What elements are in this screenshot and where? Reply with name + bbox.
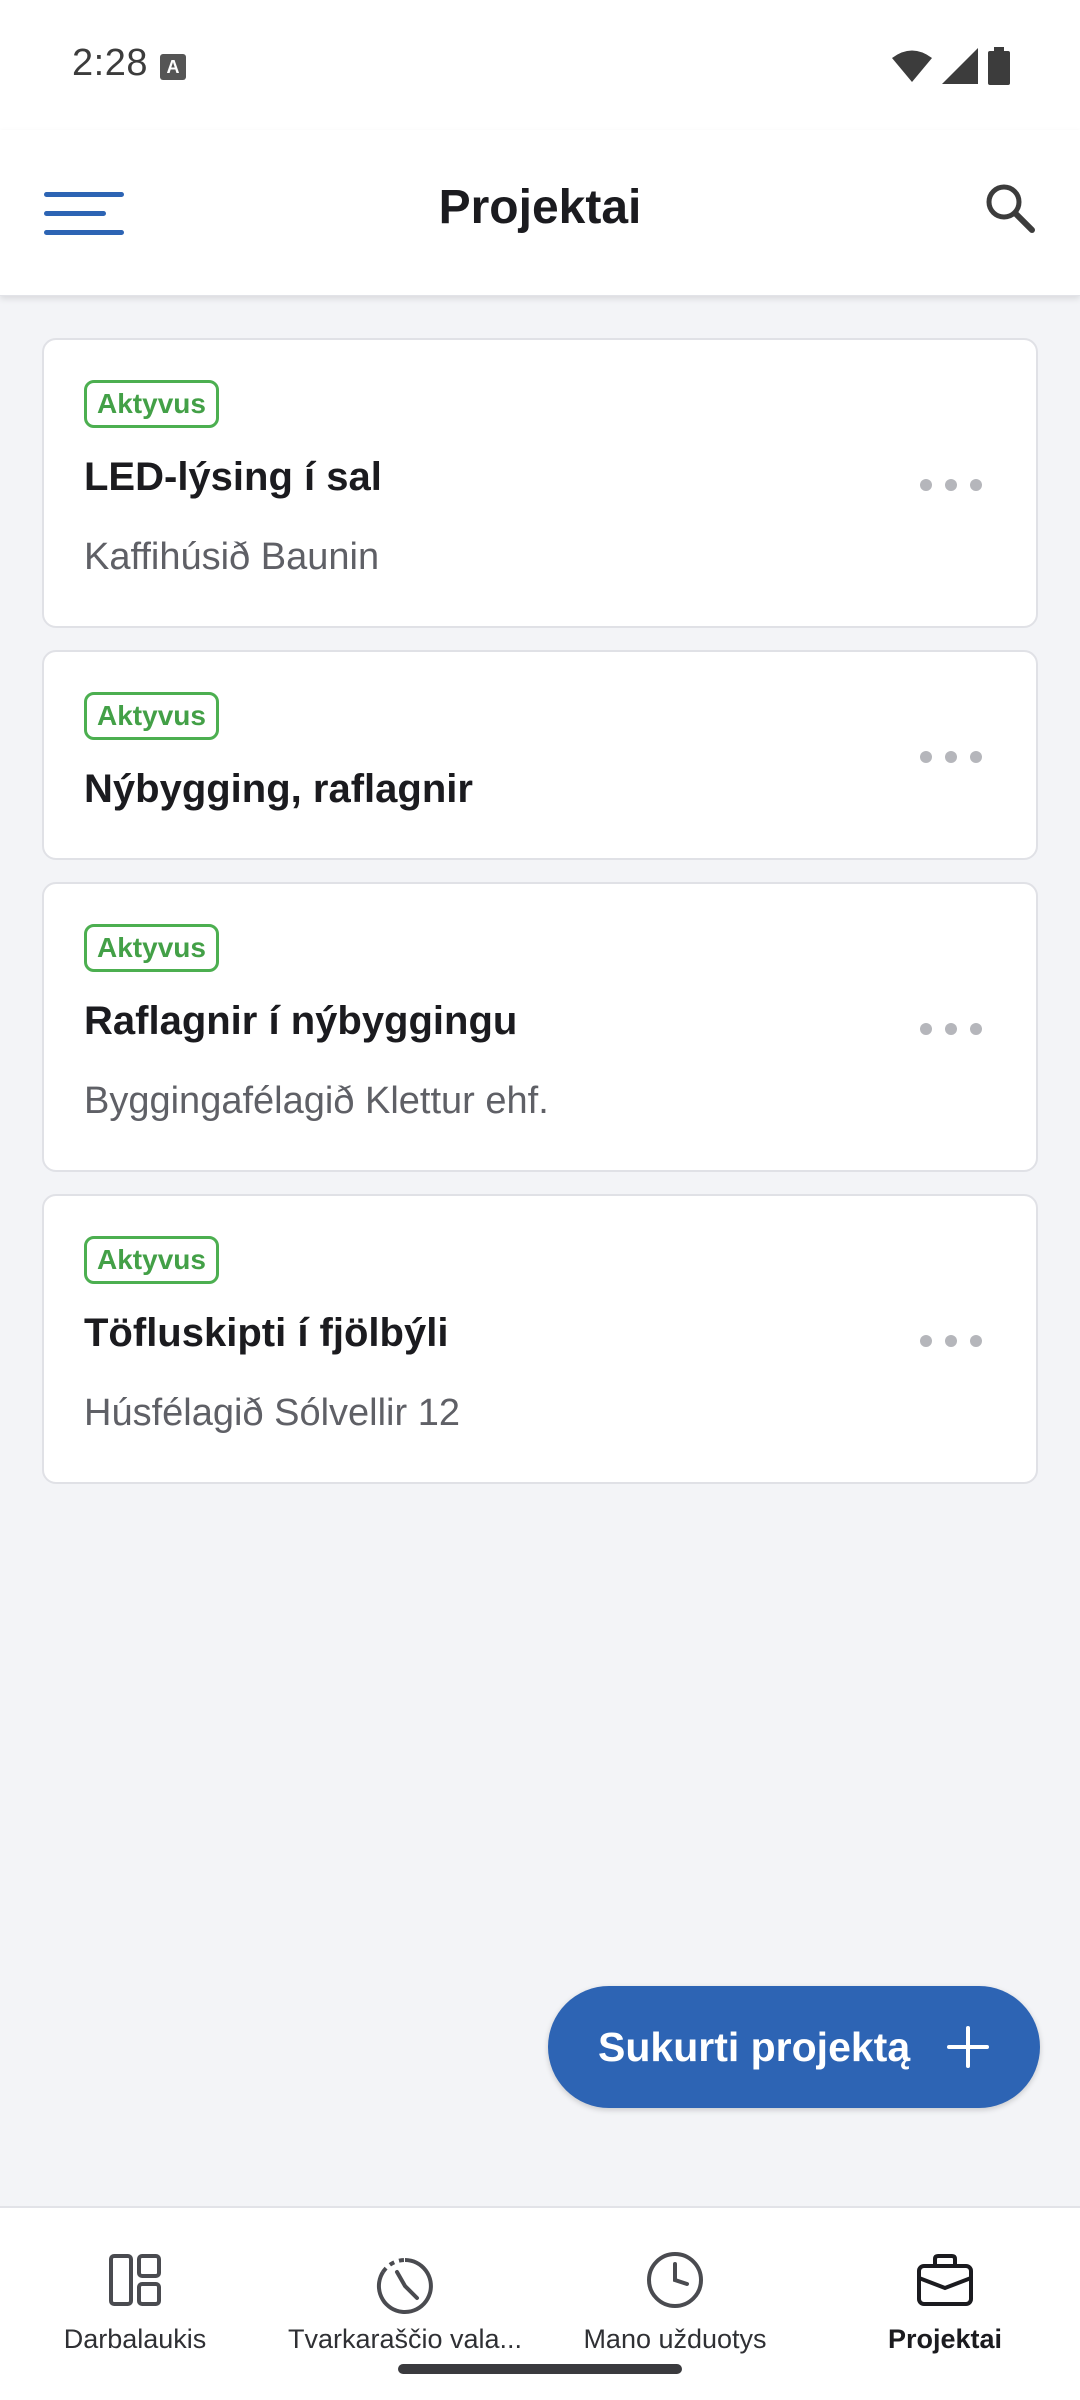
more-options-icon[interactable]: [916, 470, 986, 500]
status-badge: Aktyvus: [84, 692, 219, 740]
nav-label: Projektai: [887, 2324, 1003, 2354]
project-card[interactable]: Aktyvus Töfluskipti í fjölbýli Húsfélagi…: [42, 1194, 1038, 1484]
briefcase-icon: [917, 2254, 973, 2306]
app-bar: Projektai: [0, 130, 1080, 296]
home-indicator[interactable]: [398, 2364, 682, 2374]
signal-icon: [942, 48, 978, 84]
create-project-button[interactable]: Sukurti projektą: [548, 1986, 1040, 2108]
a-box-icon: A: [160, 54, 186, 80]
schedule-icon: [376, 2257, 433, 2314]
nav-item-projects[interactable]: Projektai: [840, 2208, 1050, 2400]
status-icons: [892, 46, 1010, 86]
status-badge: Aktyvus: [84, 924, 219, 972]
status-bar: 2:28 A: [0, 0, 1080, 130]
battery-icon: [988, 47, 1010, 85]
nav-item-dashboard[interactable]: Darbalaukis: [30, 2208, 240, 2400]
nav-label: Mano užduotys: [583, 2324, 767, 2354]
project-card[interactable]: Aktyvus LED-lýsing í sal Kaffihúsið Baun…: [42, 338, 1038, 628]
project-title: LED-lýsing í sal: [84, 455, 382, 499]
more-options-icon[interactable]: [916, 742, 986, 772]
more-options-icon[interactable]: [916, 1326, 986, 1356]
project-title: Nýbygging, raflagnir: [84, 767, 473, 811]
status-badge: Aktyvus: [84, 1236, 219, 1284]
nav-label: Tvarkaraščio vala...: [287, 2324, 523, 2354]
dashboard-icon: [109, 2254, 161, 2306]
more-options-icon[interactable]: [916, 1014, 986, 1044]
project-title: Raflagnir í nýbyggingu: [84, 999, 518, 1043]
status-time: 2:28: [72, 42, 148, 84]
project-client: Húsfélagið Sólvellir 12: [84, 1392, 460, 1434]
plus-icon: [947, 2026, 989, 2068]
page-title: Projektai: [438, 181, 642, 234]
project-client: Byggingafélagið Klettur ehf.: [84, 1080, 549, 1122]
project-title: Töfluskipti í fjölbýli: [84, 1311, 449, 1355]
clock-icon: [647, 2252, 703, 2308]
wifi-icon: [892, 50, 932, 82]
status-badge: Aktyvus: [84, 380, 219, 428]
project-card[interactable]: Aktyvus Nýbygging, raflagnir: [42, 650, 1038, 860]
project-card[interactable]: Aktyvus Raflagnir í nýbyggingu Byggingaf…: [42, 882, 1038, 1172]
project-client: Kaffihúsið Baunin: [84, 536, 380, 578]
create-project-label: Sukurti projektą: [598, 2023, 911, 2070]
search-icon[interactable]: [978, 176, 1042, 240]
nav-label: Darbalaukis: [63, 2324, 207, 2354]
project-list: Aktyvus LED-lýsing í sal Kaffihúsið Baun…: [42, 338, 1038, 1506]
